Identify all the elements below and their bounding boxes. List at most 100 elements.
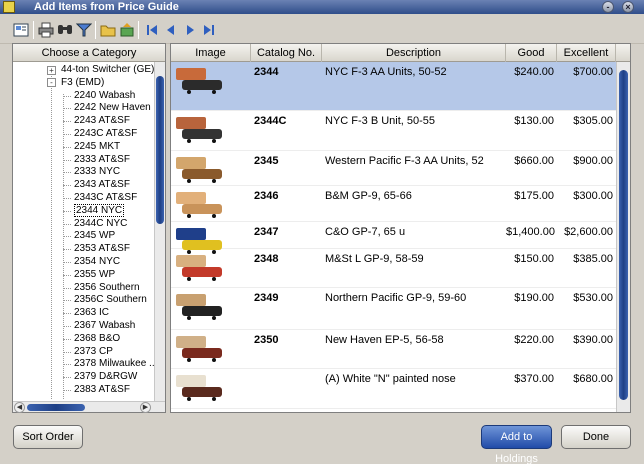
category-scroll-thumb[interactable] [156, 76, 164, 224]
tree-item[interactable]: 2383 AT&SF [74, 384, 130, 396]
tree-guide-line [51, 74, 52, 399]
window-title: Add Items from Price Guide [34, 1, 179, 13]
tree-item[interactable]: 2363 IC [74, 307, 109, 319]
tree-item[interactable]: 2344C NYC [74, 218, 127, 230]
excellent-price-cell: $390.00 [573, 334, 613, 346]
tree-connector [63, 313, 71, 315]
tree-item[interactable]: 2240 Wabash [74, 90, 135, 102]
next-record-icon[interactable] [182, 22, 198, 38]
description-cell: New Haven EP-5, 56-58 [325, 334, 444, 346]
description-cell: C&O GP-7, 65 u [325, 226, 406, 238]
good-price-cell: $370.00 [514, 373, 554, 385]
category-tree: +44-ton Switcher (GE) - F3 (EMD) 2240 Wabas… [13, 62, 154, 401]
tree-item-label: 44-ton Switcher (GE) [61, 64, 154, 75]
tree-connector [63, 364, 71, 366]
table-row[interactable]: 2348 M&St L GP-9, 58-59 $150.00 $385.00 [171, 249, 616, 288]
table-row[interactable]: (A) White "N" painted nose $370.00 $680.00 [171, 369, 616, 409]
tree-item-label: 2367 Wabash [74, 320, 136, 331]
items-vertical-scrollbar[interactable] [616, 62, 630, 412]
tree-item[interactable]: 2354 NYC [74, 256, 120, 268]
open-folder-icon[interactable] [100, 22, 116, 38]
close-button[interactable]: × [622, 1, 634, 13]
tree-item[interactable]: 2356C Southern [74, 294, 147, 306]
item-image-thumbnail [174, 188, 226, 223]
tree-item[interactable]: 2243 AT&SF [74, 115, 130, 127]
tree-item[interactable]: 2333 NYC [74, 166, 120, 178]
table-row[interactable]: 2347 C&O GP-7, 65 u $1,400.00 $2,600.00 [171, 222, 616, 254]
tree-item-label: 2378 Milwaukee ... [74, 358, 154, 370]
tree-item[interactable]: F3 (EMD) [61, 77, 104, 89]
excellent-price-cell: $300.00 [573, 190, 613, 202]
category-horizontal-scrollbar[interactable]: ◀ ▶ [13, 401, 165, 413]
column-header-image[interactable]: Image [171, 44, 251, 62]
sort-order-button[interactable]: Sort Order [13, 425, 83, 449]
add-to-holdings-button[interactable]: Add to Holdings [481, 425, 552, 464]
tree-item[interactable]: 2333 AT&SF [74, 154, 130, 166]
tree-item-label: 2356 Southern [74, 281, 140, 293]
tree-item-label: 2356C Southern [74, 294, 147, 306]
tree-item[interactable]: 2373 CP [74, 346, 113, 358]
category-hscroll-thumb[interactable] [27, 404, 85, 411]
tree-item[interactable]: 2345 WP [74, 230, 115, 242]
good-price-cell: $190.00 [514, 292, 554, 304]
table-row[interactable]: 2344 NYC F-3 AA Units, 50-52 $240.00 $700.0… [171, 62, 616, 111]
tree-item[interactable]: 2367 Wabash [74, 320, 135, 332]
first-record-icon[interactable] [144, 22, 160, 38]
table-row[interactable]: 2344C NYC F-3 B Unit, 50-55 $130.00 $305.00 [171, 111, 616, 151]
description-cell: Northern Pacific GP-9, 59-60 [325, 292, 467, 304]
find-icon[interactable] [57, 22, 73, 38]
item-image-thumbnail [174, 251, 226, 286]
tree-item[interactable]: 2355 WP [74, 269, 115, 281]
item-image-thumbnail [174, 64, 226, 99]
scroll-right-arrow[interactable]: ▶ [140, 402, 151, 413]
done-label: Done [582, 431, 610, 443]
tree-item[interactable]: 2356 Southern [74, 282, 140, 294]
table-row[interactable]: (B) White "N" decal nose$210.00$380.00 [171, 409, 616, 412]
tree-connector [63, 287, 71, 289]
tree-item[interactable]: 44-ton Switcher (GE) [61, 64, 154, 76]
tree-item[interactable]: 2344 NYC [74, 203, 125, 217]
filter-icon[interactable] [76, 22, 92, 38]
tree-item[interactable]: 2368 B&O [74, 333, 120, 345]
scroll-left-arrow[interactable]: ◀ [14, 402, 25, 413]
tree-connector [63, 249, 71, 251]
last-record-icon[interactable] [201, 22, 217, 38]
table-row[interactable]: 2350 New Haven EP-5, 56-58 $220.00 $390.00 [171, 330, 616, 369]
tree-item[interactable]: 2243C AT&SF [74, 128, 137, 140]
excellent-price-cell: $2,600.00 [564, 226, 613, 238]
tree-item[interactable]: 2379 D&RGW [74, 371, 137, 383]
items-scroll-thumb[interactable] [619, 70, 628, 400]
table-row[interactable]: 2346 B&M GP-9, 65-66 $175.00 $300.00 [171, 186, 616, 222]
collapse-icon[interactable]: - [47, 78, 56, 88]
tree-connector [63, 159, 71, 161]
view-icon[interactable] [13, 22, 29, 38]
tree-item[interactable]: 2245 MKT [74, 141, 120, 153]
tree-connector [63, 326, 71, 327]
column-header-good[interactable]: Good [506, 44, 557, 62]
catalog-number-cell: 2344 [254, 66, 279, 78]
tree-item[interactable]: 2343C AT&SF [74, 192, 137, 204]
tree-connector [63, 351, 71, 353]
tree-item[interactable]: 2378 Milwaukee ... [74, 358, 154, 370]
good-price-cell: $220.00 [514, 334, 554, 346]
tree-item[interactable]: 2343 AT&SF [74, 179, 130, 191]
expand-icon[interactable]: + [47, 65, 56, 75]
column-header-description[interactable]: Description [322, 44, 506, 62]
done-button[interactable]: Done [561, 425, 631, 449]
item-image-thumbnail [174, 153, 226, 188]
tree-item[interactable]: 2353 AT&SF [74, 243, 130, 255]
minimize-button[interactable]: - [602, 1, 614, 13]
table-row[interactable]: 2345 Western Pacific F-3 AA Units, 52 $660… [171, 151, 616, 186]
item-image-thumbnail [174, 113, 226, 148]
column-header-excellent[interactable]: Excellent [557, 44, 616, 62]
tree-item[interactable]: 2242 New Haven [74, 102, 151, 114]
category-panel: Choose a Category +44-ton Switcher (GE) -… [12, 43, 166, 413]
category-vertical-scrollbar[interactable] [154, 62, 165, 401]
column-header-catalog[interactable]: Catalog No. [251, 44, 322, 62]
description-cell: (A) White "N" painted nose [325, 373, 456, 385]
previous-record-icon[interactable] [163, 22, 179, 38]
table-row[interactable]: 2349 Northern Pacific GP-9, 59-60 $190.00 $… [171, 288, 616, 330]
title-bar: Add Items from Price Guide - × [0, 0, 644, 14]
print-icon[interactable] [38, 22, 54, 38]
export-icon[interactable] [119, 22, 135, 38]
